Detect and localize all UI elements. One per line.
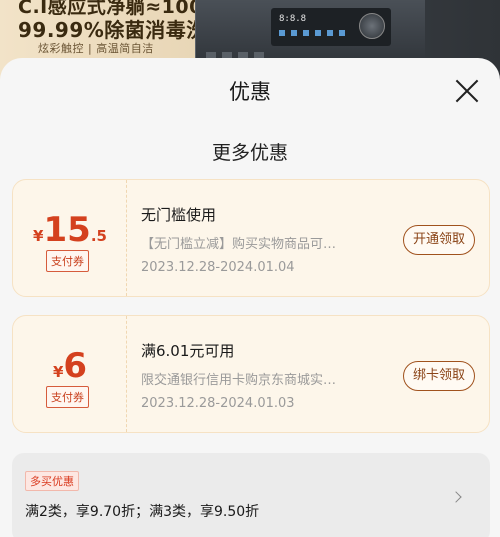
coupon-validity: 2023.12.28-2024.01.04 (141, 260, 295, 275)
coupon-amount: ¥6 (13, 346, 127, 386)
banner-line-3: 炫彩触控 | 高温简自洁 (38, 42, 154, 55)
amount-integer: 15 (43, 210, 91, 250)
coupon-type-tag: 支付券 (46, 386, 89, 408)
coupon-type-tag: 支付券 (46, 250, 89, 272)
coupon-card: ¥6 支付券 满6.01元可用 限交通银行信用卡购京东商城实… 2023.12.… (12, 315, 490, 433)
coupon-value-area: ¥15.5 支付券 (13, 180, 127, 296)
coupon-title: 满6.01元可用 (141, 342, 235, 360)
amount-integer: 6 (63, 346, 88, 386)
multi-buy-badge: 多买优惠 (25, 471, 79, 491)
multi-buy-text: 满2类，享9.70折；满3类，享9.50折 (25, 504, 260, 520)
currency-symbol: ¥ (33, 227, 44, 245)
coupon-description: 限交通银行信用卡购京东商城实… (141, 373, 337, 388)
multi-buy-offer[interactable]: 多买优惠 满2类，享9.70折；满3类，享9.50折 (12, 453, 490, 537)
sheet-title: 优惠 (229, 80, 271, 104)
coupon-validity: 2023.12.28-2024.01.03 (141, 396, 295, 411)
currency-symbol: ¥ (52, 363, 64, 381)
coupon-value-area: ¥6 支付券 (13, 316, 127, 432)
control-panel: 8:8.8 (271, 8, 391, 46)
claim-button[interactable]: 开通领取 (402, 225, 475, 255)
dial-knob-icon (359, 13, 385, 39)
banner-line-2: 99.99%除菌消毒洗 (18, 18, 207, 42)
panel-leds (279, 30, 349, 36)
coupon-description: 【无门槛立减】购买实物商品可… (141, 237, 337, 252)
amount-decimal: .5 (90, 227, 107, 245)
coupon-title: 无门槛使用 (141, 206, 217, 224)
coupon-amount: ¥15.5 (13, 210, 127, 250)
chevron-right-icon[interactable] (450, 491, 462, 503)
offers-sheet: 优惠 更多优惠 ¥15.5 支付券 无门槛使用 【无门槛立减】购买实物商品可… … (0, 58, 500, 537)
section-title: 更多优惠 (211, 142, 288, 164)
panel-display: 8:8.8 (279, 14, 307, 24)
coupon-card: ¥15.5 支付券 无门槛使用 【无门槛立减】购买实物商品可… 2023.12.… (12, 179, 490, 297)
close-icon[interactable] (454, 78, 480, 104)
bind-card-button[interactable]: 绑卡领取 (402, 361, 475, 391)
